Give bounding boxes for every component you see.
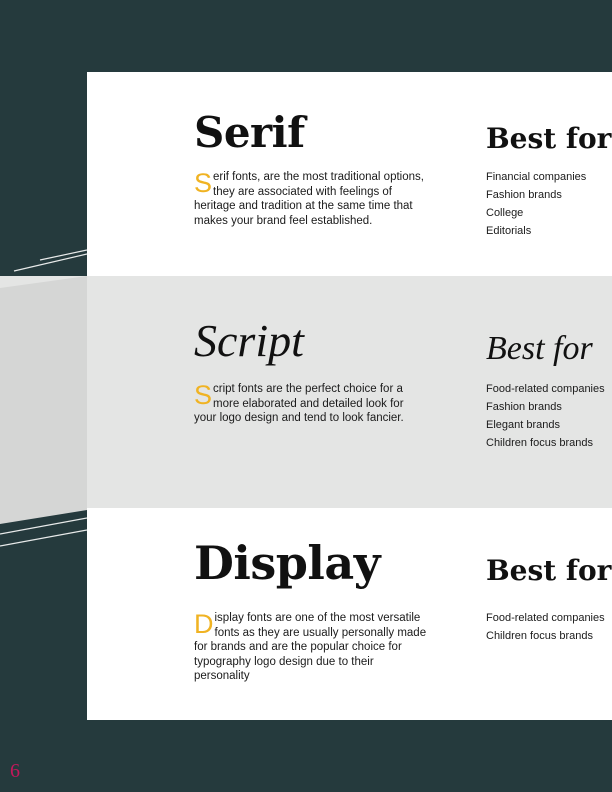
list-item: College xyxy=(486,207,524,219)
display-heading: Display xyxy=(194,536,380,590)
serif-best-for-list: Financial companies Fashion brands Colle… xyxy=(486,168,586,240)
display-section: Display Display fonts are one of the mos… xyxy=(87,508,612,720)
serif-description-text: erif fonts, are the most traditional opt… xyxy=(194,171,424,227)
script-description: Script fonts are the perfect choice for … xyxy=(194,382,429,426)
script-section: Script Script fonts are the perfect choi… xyxy=(87,276,612,508)
serif-section: Serif Serif fonts, are the most traditio… xyxy=(87,72,612,276)
list-item: Food-related companies xyxy=(486,612,605,624)
page-number: 6 xyxy=(10,760,20,782)
script-best-for-heading: Best for xyxy=(486,330,593,367)
display-best-for-list: Food-related companies Children focus br… xyxy=(486,609,605,645)
script-best-for-list: Food-related companies Fashion brands El… xyxy=(486,380,605,452)
display-best-for-heading: Best for xyxy=(486,554,612,587)
list-item: Elegant brands xyxy=(486,419,560,431)
display-description-text: isplay fonts are one of the most versati… xyxy=(194,612,427,682)
list-item: Children focus brands xyxy=(486,437,594,449)
list-item: Food-related companies xyxy=(486,383,605,395)
list-item: Financial companies xyxy=(486,171,587,183)
script-dropcap: S xyxy=(194,380,213,410)
serif-dropcap: S xyxy=(194,168,213,198)
display-dropcap: D xyxy=(194,609,214,639)
list-item: Editorials xyxy=(486,225,532,237)
script-heading: Script xyxy=(194,315,304,366)
list-item: Fashion brands xyxy=(486,401,562,413)
list-item: Children focus brands xyxy=(486,630,594,642)
display-description: Display fonts are one of the most versat… xyxy=(194,611,429,684)
serif-description: Serif fonts, are the most traditional op… xyxy=(194,170,429,228)
serif-heading: Serif xyxy=(194,108,305,157)
serif-best-for-heading: Best for xyxy=(486,122,612,155)
list-item: Fashion brands xyxy=(486,189,562,201)
script-description-text: cript fonts are the perfect choice for a… xyxy=(194,383,404,424)
left-decorative-shape xyxy=(0,249,87,547)
